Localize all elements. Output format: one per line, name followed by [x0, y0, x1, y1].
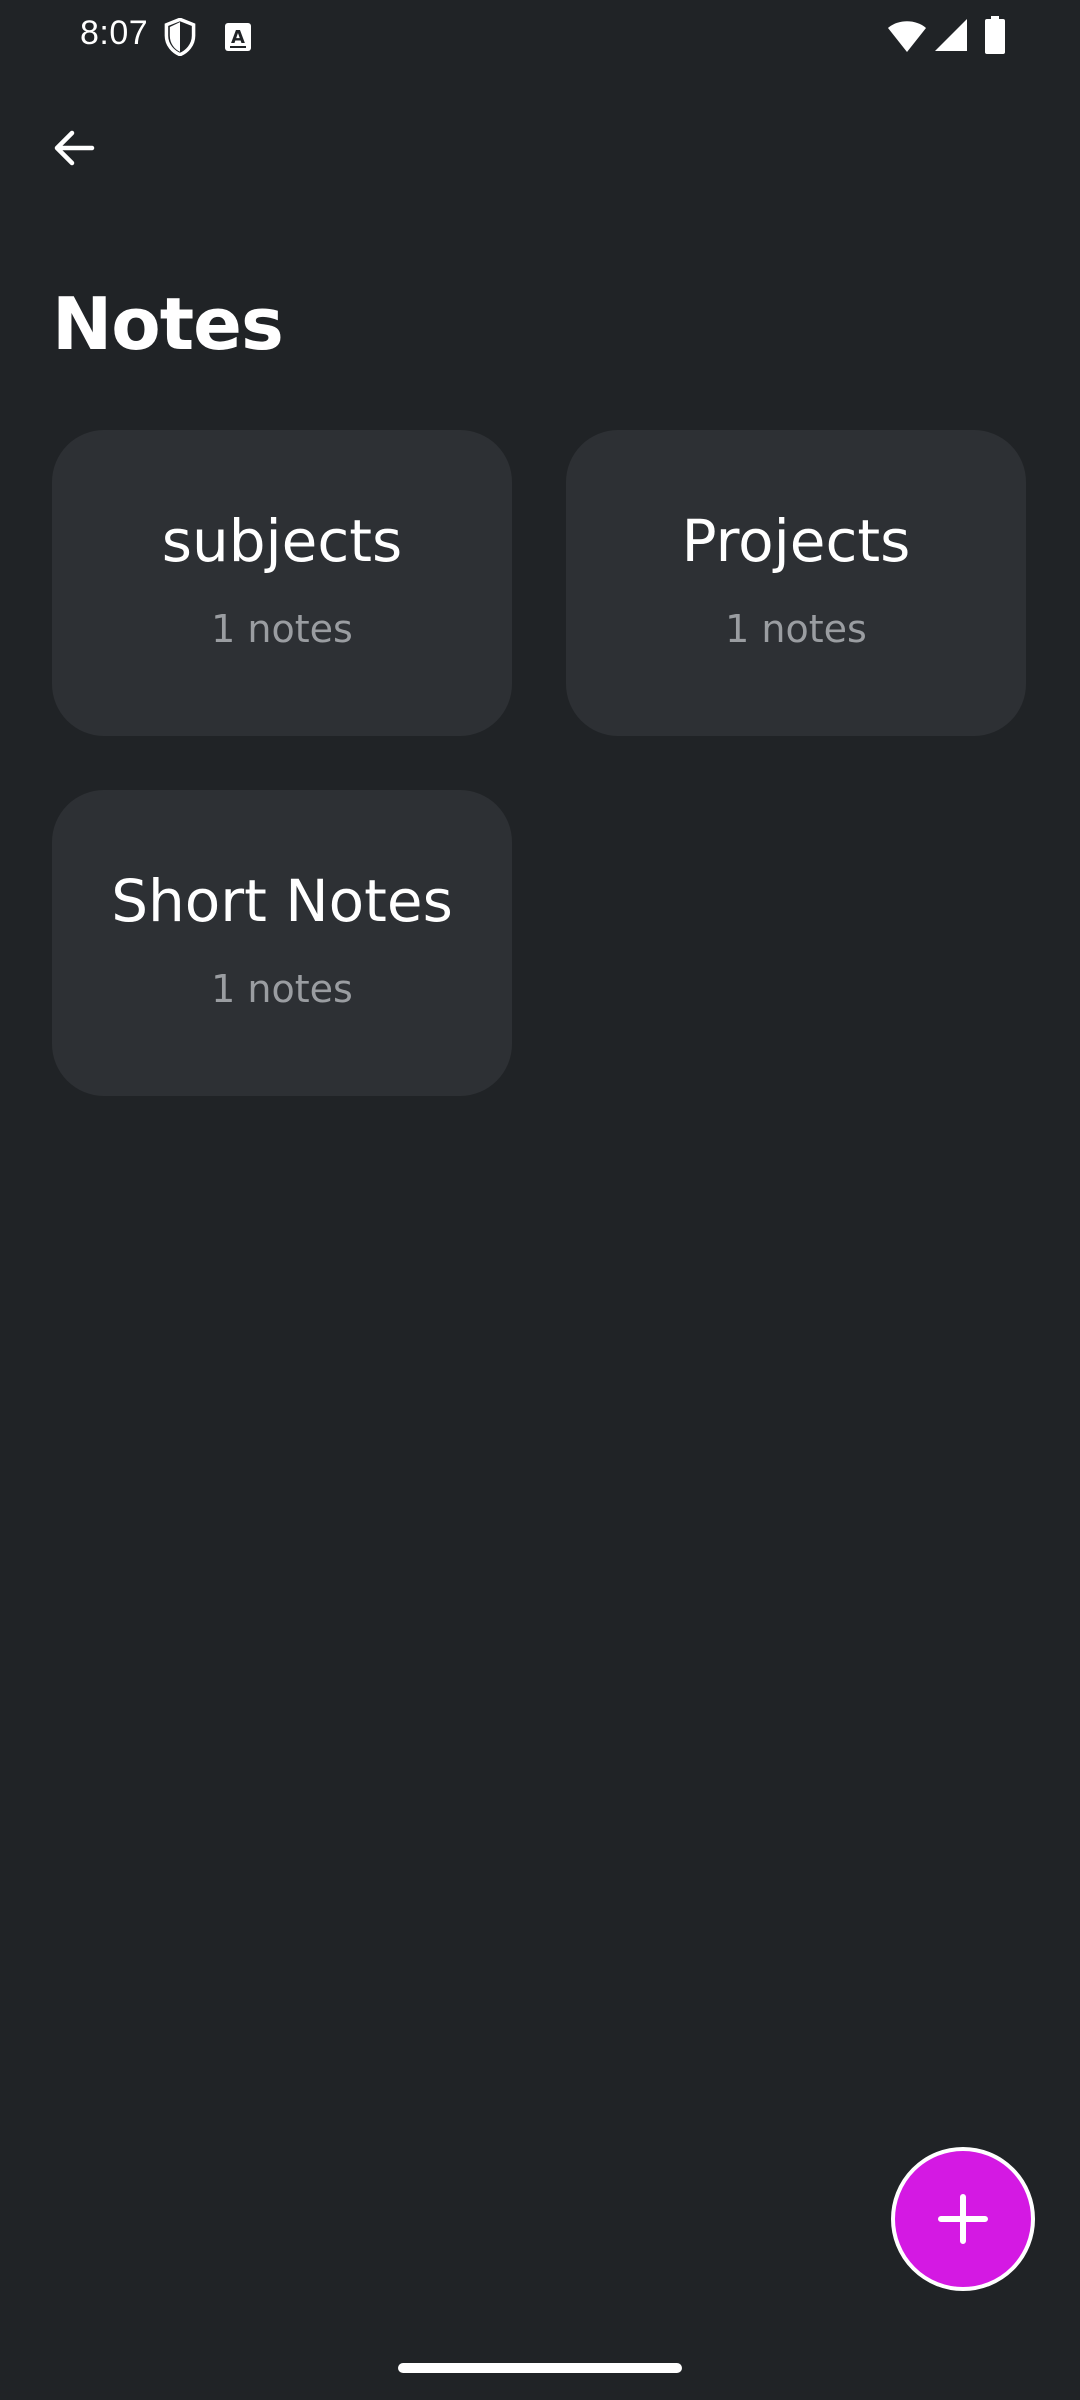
folder-note-count: 1 notes — [211, 967, 353, 1011]
signal-icon — [935, 19, 967, 51]
folder-card-subjects[interactable]: subjects 1 notes — [52, 430, 512, 736]
plus-icon — [938, 2194, 988, 2244]
text-a-icon: A — [225, 23, 251, 51]
shield-icon — [164, 18, 196, 56]
folder-name: subjects — [161, 507, 403, 575]
arrow-left-icon — [54, 130, 95, 166]
folder-grid: subjects 1 notes Projects 1 notes Short … — [52, 430, 1028, 1096]
gesture-nav-handle[interactable] — [398, 2363, 682, 2373]
wifi-icon — [888, 21, 926, 52]
folder-card-projects[interactable]: Projects 1 notes — [566, 430, 1026, 736]
folder-card-short-notes[interactable]: Short Notes 1 notes — [52, 790, 512, 1096]
page-title: Notes — [52, 282, 284, 366]
status-bar: 8:07 A — [0, 0, 1080, 72]
folder-name: Short Notes — [111, 867, 453, 935]
back-button[interactable] — [42, 116, 106, 180]
status-time: 8:07 — [80, 14, 149, 52]
add-folder-button[interactable] — [891, 2147, 1035, 2291]
folder-note-count: 1 notes — [725, 607, 867, 651]
svg-text:A: A — [231, 27, 245, 48]
battery-icon — [985, 16, 1005, 54]
folder-name: Projects — [681, 507, 911, 575]
folder-note-count: 1 notes — [211, 607, 353, 651]
